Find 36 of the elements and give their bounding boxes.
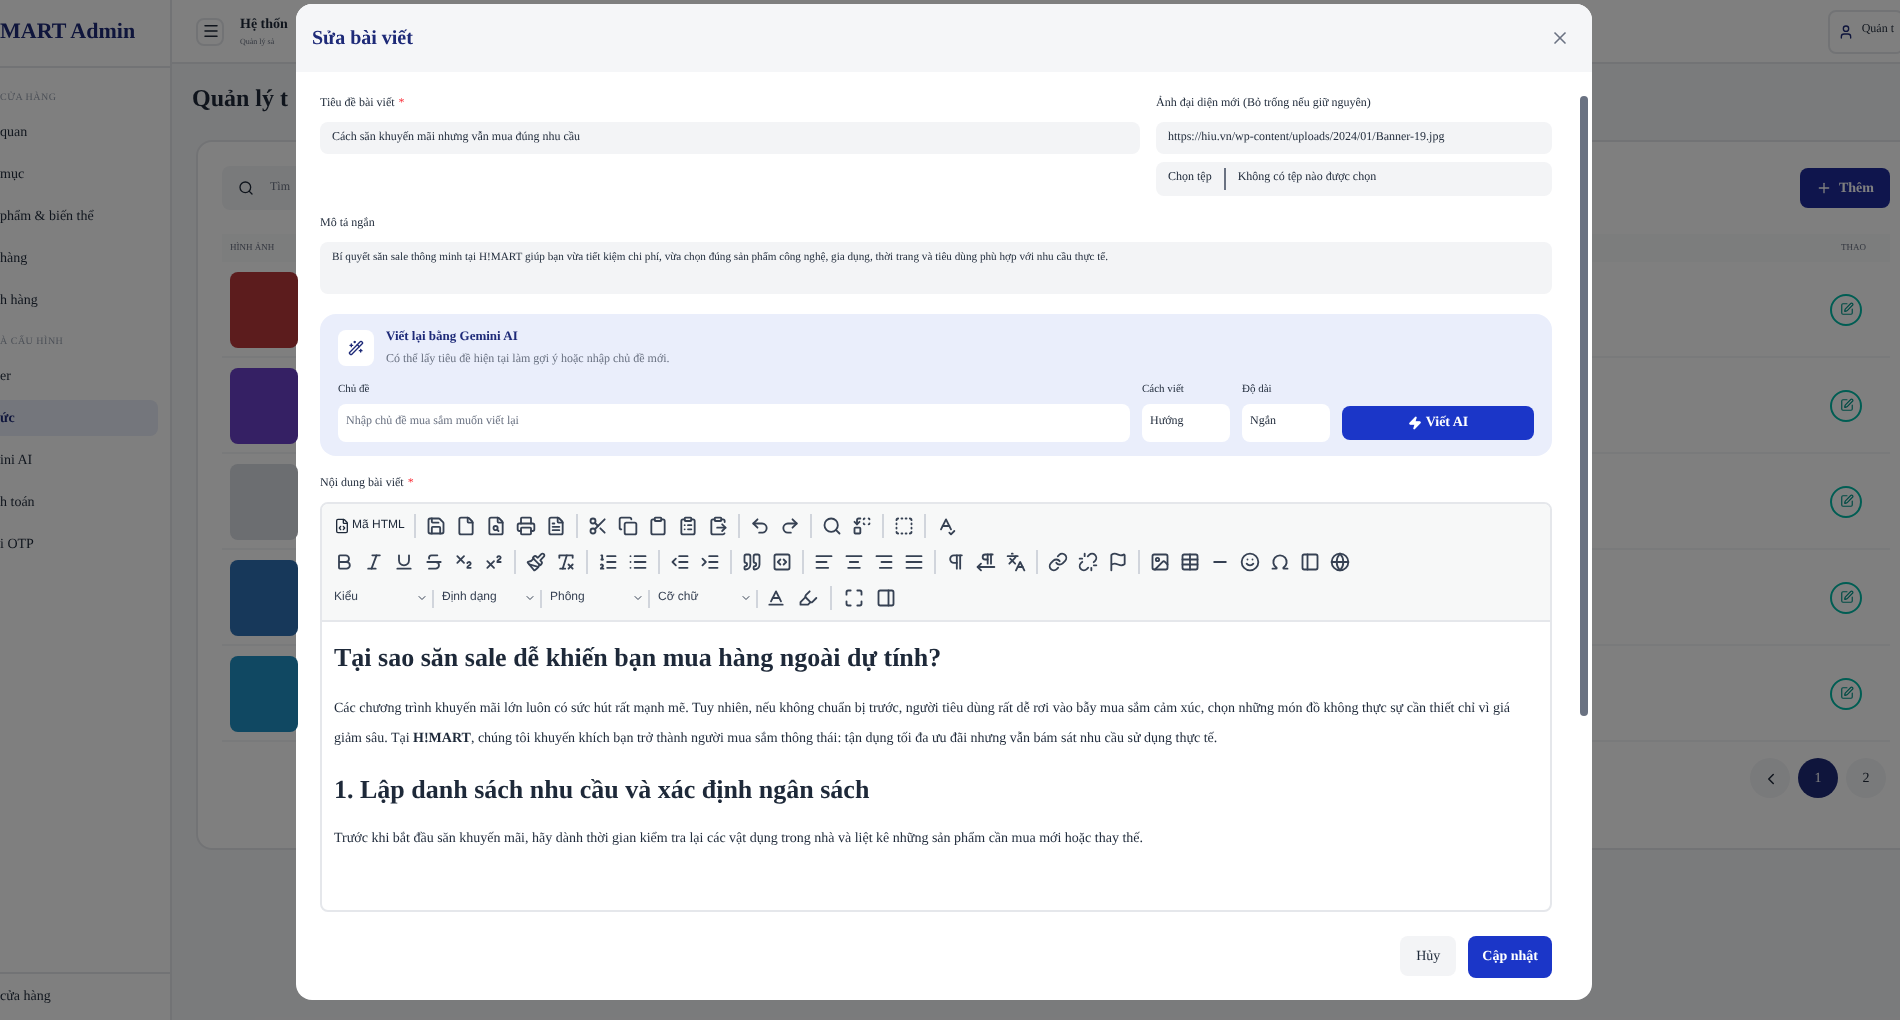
link-icon[interactable]: [1044, 548, 1072, 576]
page-title: Quản lý t: [192, 82, 289, 116]
caret-icon: [416, 592, 428, 604]
copy-icon[interactable]: [614, 512, 643, 540]
content-heading: Tại sao săn sale dễ khiến bạn mua hàng ngoài dự tính?: [334, 640, 944, 676]
plus-icon: [1815, 180, 1831, 196]
smiley-icon[interactable]: [1236, 548, 1264, 576]
language-icon[interactable]: [1002, 548, 1030, 576]
brand-name: MART Admin: [0, 18, 136, 49]
print-icon[interactable]: [512, 512, 541, 540]
caret-icon: [632, 592, 644, 604]
clear-format-icon[interactable]: [552, 548, 580, 576]
quote-icon[interactable]: [738, 548, 766, 576]
lightning-icon: [1407, 416, 1422, 430]
background-color-icon[interactable]: [794, 584, 822, 612]
search-icon: [238, 180, 254, 196]
dialog-title: Sửa bài viết: [312, 25, 413, 53]
anchor-icon[interactable]: [1104, 548, 1132, 576]
globe-icon[interactable]: [1326, 548, 1354, 576]
show-blocks-icon[interactable]: [872, 584, 900, 612]
table-icon[interactable]: [1176, 548, 1204, 576]
maximize-icon[interactable]: [840, 584, 868, 612]
menu-button[interactable]: [196, 17, 224, 45]
close-icon[interactable]: [1550, 28, 1570, 48]
code-file-icon: [334, 518, 350, 534]
numbered-list-icon[interactable]: [594, 548, 622, 576]
unlink-icon[interactable]: [1074, 548, 1102, 576]
caret-icon: [740, 592, 752, 604]
text-color-icon[interactable]: [762, 584, 790, 612]
menu-icon: [201, 22, 219, 40]
brush-icon[interactable]: [522, 548, 550, 576]
magic-wand-icon: [338, 330, 374, 367]
image-icon[interactable]: [1146, 548, 1174, 576]
user-icon: [1837, 23, 1854, 39]
caret-icon: [524, 592, 536, 604]
content-heading: 1. Lập danh sách nhu cầu và xác định ngân sách: [334, 771, 872, 808]
